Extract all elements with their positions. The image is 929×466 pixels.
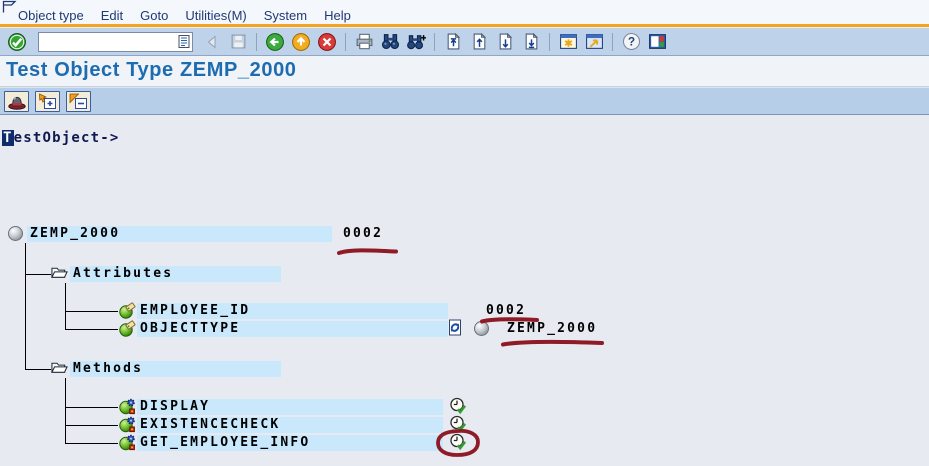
menu-system[interactable]: System — [264, 8, 307, 23]
new-session-icon — [559, 34, 577, 49]
expand-plus-icon — [38, 92, 56, 109]
interface-label-rest: estObject-> — [13, 130, 120, 146]
menu-bar: Object type Edit Goto Utilities(M) Syste… — [0, 0, 929, 27]
shortcut-icon — [585, 34, 603, 49]
toolbar-separator — [345, 32, 346, 51]
folder-icon[interactable] — [51, 265, 68, 285]
customize-layout-icon — [648, 34, 666, 49]
tree-row-attributes: Attributes — [0, 266, 929, 282]
collapse-node-button[interactable] — [66, 91, 91, 112]
print-icon — [356, 33, 372, 50]
tree-node-existencecheck-label[interactable]: EXISTENCECHECK — [137, 417, 443, 433]
menu-help[interactable]: Help — [324, 8, 351, 23]
menu-object-type[interactable]: Object type — [18, 8, 84, 23]
attribute-icon[interactable] — [119, 320, 136, 342]
menu-goto[interactable]: Goto — [140, 8, 168, 23]
exit-button[interactable] — [290, 31, 312, 53]
tree-node-employee-id-label[interactable]: EMPLOYEE_ID — [137, 303, 448, 319]
create-shortcut-button[interactable] — [583, 31, 605, 53]
tree-row-display: DISPLAY — [0, 397, 929, 415]
session-icon[interactable] — [2, 0, 17, 13]
command-list-icon[interactable] — [178, 34, 190, 53]
back-triangle-icon — [207, 34, 216, 49]
object-sphere-icon[interactable] — [7, 225, 24, 247]
last-page-button[interactable] — [520, 31, 542, 53]
print-button[interactable] — [353, 31, 375, 53]
create-instance-button[interactable] — [4, 91, 29, 112]
last-page-icon — [525, 33, 538, 50]
folder-icon[interactable] — [51, 360, 68, 380]
toolbar-separator — [256, 32, 257, 51]
tree-node-methods-label[interactable]: Methods — [70, 361, 281, 377]
command-input[interactable] — [38, 31, 193, 52]
collapse-minus-icon — [69, 93, 87, 109]
back-step-button[interactable] — [201, 31, 223, 53]
annotation-underline-employee-id-value — [480, 317, 539, 324]
save-button[interactable] — [227, 31, 249, 53]
find-button[interactable] — [379, 31, 401, 53]
tree-node-attributes-label[interactable]: Attributes — [70, 266, 281, 282]
help-icon: ? — [622, 32, 640, 51]
previous-page-button[interactable] — [468, 31, 490, 53]
menu-items: Object type Edit Goto Utilities(M) Syste… — [18, 8, 351, 23]
toolbar-separator — [549, 32, 550, 51]
sap-window: Object type Edit Goto Utilities(M) Syste… — [0, 0, 929, 466]
annotation-underline-objecttype-value — [501, 339, 604, 347]
cancel-button[interactable] — [316, 31, 338, 53]
method-icon[interactable] — [119, 434, 136, 456]
toolbar-separator — [612, 32, 613, 51]
annotation-circle-execute-get-employee-info — [436, 428, 480, 457]
enter-check-icon — [8, 32, 26, 51]
back-button[interactable] — [264, 31, 286, 53]
next-page-button[interactable] — [494, 31, 516, 53]
tree-row-methods: Methods — [0, 361, 929, 377]
first-page-icon — [447, 33, 460, 50]
find-next-button[interactable] — [405, 31, 427, 53]
previous-page-icon — [473, 33, 486, 50]
annotation-underline-root-value — [337, 248, 398, 255]
expand-node-button[interactable] — [35, 91, 60, 112]
exit-circle-icon — [292, 32, 310, 51]
refresh-document-icon[interactable] — [446, 319, 464, 341]
menu-edit[interactable]: Edit — [101, 8, 123, 23]
command-field-wrap — [38, 31, 193, 53]
menu-utilities[interactable]: Utilities(M) — [185, 8, 246, 23]
interface-label-first-char: T — [2, 130, 14, 146]
tree-row-employee-id: EMPLOYEE_ID 0002 — [0, 302, 929, 319]
help-button[interactable]: ? — [620, 31, 642, 53]
first-page-button[interactable] — [442, 31, 464, 53]
find-binoculars-icon — [381, 34, 399, 49]
hat-icon — [7, 96, 26, 110]
tree-node-display-label[interactable]: DISPLAY — [137, 399, 443, 415]
enter-button[interactable] — [6, 31, 28, 53]
tree-row-root: ZEMP_2000 0002 — [0, 226, 929, 242]
tree-node-objecttype-label[interactable]: OBJECTTYPE — [137, 321, 448, 337]
save-floppy-icon — [231, 34, 245, 49]
root-value: 0002 — [343, 226, 384, 241]
title-bar: Test Object Type ZEMP_2000 — [0, 56, 929, 87]
tree-node-get-employee-info-label[interactable]: GET_EMPLOYEE_INFO — [137, 435, 443, 451]
tree-node-root-label[interactable]: ZEMP_2000 — [27, 226, 332, 242]
new-session-button[interactable] — [557, 31, 579, 53]
toolbar-separator — [434, 32, 435, 51]
standard-toolbar: ? — [0, 27, 929, 56]
svg-text:?: ? — [627, 36, 634, 49]
find-next-icon — [406, 35, 426, 50]
back-circle-icon — [266, 32, 284, 51]
cancel-circle-icon — [318, 32, 336, 51]
page-title: Test Object Type ZEMP_2000 — [6, 59, 297, 81]
tree-row-objecttype: OBJECTTYPE ZEMP_2000 — [0, 319, 929, 337]
application-toolbar — [0, 87, 929, 115]
interface-label: TestObject-> — [2, 130, 120, 146]
next-page-icon — [499, 33, 512, 50]
customize-layout-button[interactable] — [646, 31, 668, 53]
